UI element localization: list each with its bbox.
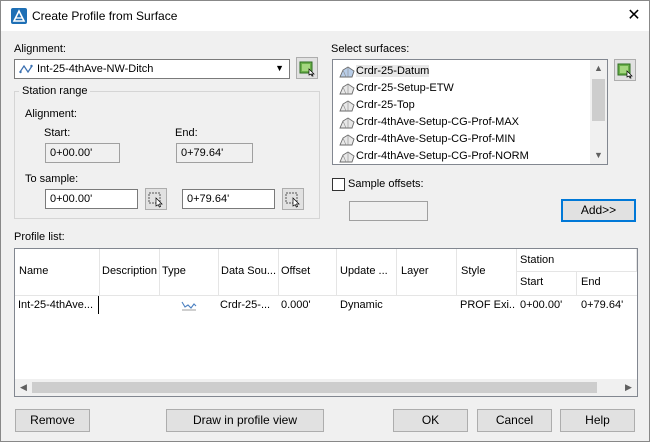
- pick-end-station-button[interactable]: [282, 188, 304, 210]
- alignment-label: Alignment:: [14, 43, 66, 55]
- surface-label: Crdr-4thAve-Setup-CG-Prof-MAX: [356, 116, 520, 128]
- cell-data-source[interactable]: Crdr-25-...: [220, 296, 278, 314]
- surface-label: Crdr-25-Top: [356, 99, 415, 111]
- sample-offsets-input: [349, 201, 428, 221]
- alignment-icon: [19, 64, 33, 74]
- column-header-end[interactable]: End: [577, 272, 637, 295]
- surface-label: Crdr-25-Setup-ETW: [356, 82, 454, 94]
- alignment-end-field: 0+79.64': [176, 143, 253, 163]
- surface-icon: [339, 151, 355, 163]
- cell-update-mode[interactable]: Dynamic: [340, 296, 395, 314]
- pick-alignment-button[interactable]: [296, 57, 318, 79]
- title-bar: Create Profile from Surface ✕: [1, 1, 649, 31]
- column-header-start[interactable]: Start: [517, 272, 577, 295]
- sample-start-input[interactable]: 0+00.00': [45, 189, 138, 209]
- select-surfaces-label: Select surfaces:: [331, 43, 410, 55]
- column-group-station: Station: [517, 249, 637, 272]
- profile-surface-icon: [181, 296, 201, 314]
- surface-list-item[interactable]: Crdr-4thAve-Setup-CG-Prof-MIN: [337, 132, 587, 149]
- surface-icon: [339, 100, 355, 112]
- draw-in-profile-view-button[interactable]: Draw in profile view: [166, 409, 324, 432]
- surface-icon: [339, 83, 355, 95]
- window-title: Create Profile from Surface: [32, 9, 178, 23]
- pick-in-drawing-icon: [299, 61, 315, 77]
- cell-start[interactable]: 0+00.00': [520, 296, 576, 314]
- civil3d-app-icon: [11, 8, 27, 24]
- alignment-selected-value: Int-25-4thAve-NW-Ditch: [37, 63, 154, 75]
- pick-station-icon: [148, 192, 163, 208]
- chevron-down-icon: ▼: [275, 63, 284, 73]
- scroll-down-icon[interactable]: ▼: [590, 147, 607, 164]
- surface-icon: [339, 134, 355, 146]
- surface-list-item[interactable]: Crdr-25-Top: [337, 98, 587, 115]
- cell-offset[interactable]: 0.000': [281, 296, 336, 314]
- scroll-up-icon[interactable]: ▲: [590, 60, 607, 77]
- pick-surface-button[interactable]: [614, 59, 636, 81]
- surfaces-scrollbar[interactable]: ▲ ▼: [590, 60, 607, 164]
- column-header-style[interactable]: Style: [457, 249, 517, 295]
- end-label: End:: [175, 127, 198, 139]
- column-header-data-source[interactable]: Data Sou...: [219, 249, 279, 295]
- hscroll-thumb[interactable]: [32, 382, 597, 393]
- to-sample-label: To sample:: [25, 173, 79, 185]
- surfaces-listbox[interactable]: Crdr-25-Datum Crdr-25-Setup-ETW Crdr-25-To…: [332, 59, 608, 165]
- scroll-right-icon[interactable]: ▶: [620, 379, 637, 396]
- column-header-layer[interactable]: Layer: [397, 249, 457, 295]
- surface-list-item[interactable]: Crdr-4thAve-Setup-CG-Prof-NORM: [337, 149, 587, 166]
- cell-description[interactable]: [101, 296, 159, 314]
- start-label: Start:: [44, 127, 71, 139]
- alignment-dropdown[interactable]: Int-25-4thAve-NW-Ditch ▼: [14, 59, 290, 79]
- station-range-title: Station range: [19, 85, 91, 97]
- surface-list-item[interactable]: Crdr-25-Datum: [337, 64, 587, 81]
- sample-end-input[interactable]: 0+79.64': [182, 189, 275, 209]
- surface-label: Crdr-4thAve-Setup-CG-Prof-MIN: [356, 133, 516, 145]
- add-button[interactable]: Add>>: [561, 199, 636, 222]
- pick-start-station-button[interactable]: [145, 188, 167, 210]
- pick-in-drawing-icon: [617, 63, 633, 79]
- cell-layer[interactable]: [400, 296, 455, 314]
- profile-list-grid[interactable]: Name Description Type Data Sou... Offset…: [14, 248, 638, 397]
- surface-list-item[interactable]: Crdr-25-Setup-ETW: [337, 81, 587, 98]
- remove-button[interactable]: Remove: [15, 409, 90, 432]
- cell-name[interactable]: Int-25-4thAve...: [18, 296, 99, 314]
- scroll-left-icon[interactable]: ◀: [15, 379, 32, 396]
- profile-list-label: Profile list:: [14, 231, 65, 243]
- cancel-button[interactable]: Cancel: [477, 409, 552, 432]
- surface-list-item[interactable]: Crdr-4thAve-Setup-CG-Prof-MAX: [337, 115, 587, 132]
- pick-station-icon: [285, 192, 300, 208]
- alignment-start-field: 0+00.00': [45, 143, 120, 163]
- help-button[interactable]: Help: [560, 409, 635, 432]
- column-header-type[interactable]: Type: [160, 249, 219, 295]
- cell-end[interactable]: 0+79.64': [581, 296, 636, 314]
- surface-icon: [339, 66, 355, 78]
- column-header-offset[interactable]: Offset: [279, 249, 337, 295]
- surface-label: Crdr-4thAve-Setup-CG-Prof-NORM: [356, 150, 529, 162]
- column-header-update-mode[interactable]: Update ...: [337, 249, 397, 295]
- station-alignment-label: Alignment:: [25, 108, 77, 120]
- scroll-thumb[interactable]: [592, 79, 605, 121]
- column-header-description[interactable]: Description: [100, 249, 160, 295]
- close-icon[interactable]: ✕: [621, 6, 647, 26]
- ok-button[interactable]: OK: [393, 409, 468, 432]
- sample-offsets-checkbox[interactable]: [332, 178, 345, 191]
- cell-style[interactable]: PROF Exi...: [460, 296, 516, 314]
- surface-label: Crdr-25-Datum: [356, 65, 430, 77]
- sample-offsets-label: Sample offsets:: [348, 178, 424, 190]
- profile-surface-icon: [181, 301, 197, 311]
- dialog-window: Create Profile from Surface ✕ Alignment:…: [0, 0, 650, 442]
- column-header-name[interactable]: Name: [15, 249, 100, 295]
- surface-icon: [339, 117, 355, 129]
- profile-list-hscrollbar[interactable]: ◀ ▶: [15, 379, 637, 396]
